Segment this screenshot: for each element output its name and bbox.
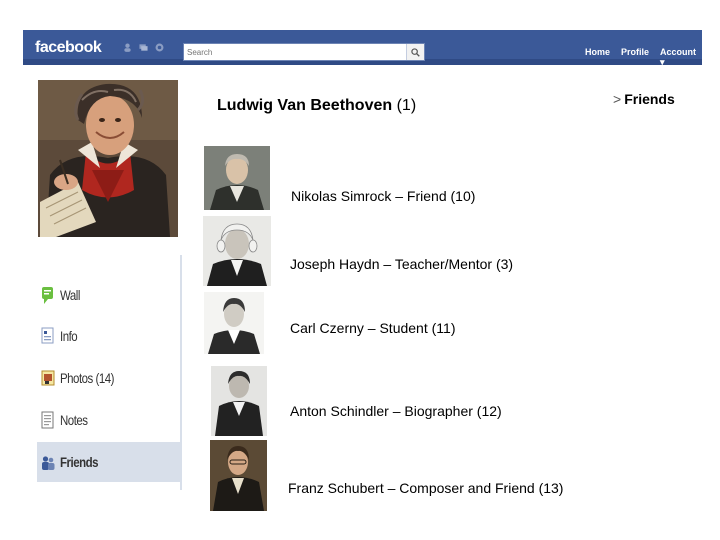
sidebar-item-label: Friends [60, 454, 99, 470]
sidebar-item-label: Notes [60, 412, 88, 428]
friend-item-czerny[interactable]: Carl Czerny – Student (11) [290, 320, 455, 336]
friend-photo-czerny[interactable] [204, 292, 264, 354]
nav-account-menu[interactable]: Account ▾ [660, 47, 702, 68]
sidebar-item-label: Photos (14) [60, 370, 114, 386]
friend-item-schubert[interactable]: Franz Schubert – Composer and Friend (13… [288, 480, 563, 496]
friend-photo-simrock[interactable] [204, 146, 270, 210]
search-box [183, 43, 425, 61]
search-icon [411, 47, 420, 57]
friend-item-simrock[interactable]: Nikolas Simrock – Friend (10) [291, 188, 475, 204]
profile-name: Ludwig Van Beethoven [217, 97, 393, 114]
friend-portrait [211, 366, 267, 436]
beethoven-portrait [38, 80, 178, 237]
profile-picture[interactable] [38, 80, 178, 237]
sidebar-item-label: Wall [60, 287, 80, 303]
top-bar: facebook Home Profile Account ▾ [23, 30, 702, 68]
messages-icon[interactable] [139, 43, 148, 52]
friend-photo-schindler[interactable] [211, 366, 267, 436]
friend-photo-haydn[interactable] [203, 216, 271, 286]
friend-requests-icon[interactable] [123, 43, 132, 52]
friend-item-schindler[interactable]: Anton Schindler – Biographer (12) [290, 403, 502, 419]
friend-item-haydn[interactable]: Joseph Haydn – Teacher/Mentor (3) [290, 256, 513, 272]
notes-icon [41, 411, 54, 429]
nav-home-link[interactable]: Home [585, 47, 610, 57]
wall-icon [42, 287, 53, 304]
friend-photo-schubert[interactable] [210, 440, 267, 511]
friend-portrait [204, 146, 270, 210]
section-title-label: Friends [624, 91, 675, 107]
friends-icon [42, 456, 55, 470]
sidebar-item-label: Info [60, 328, 78, 344]
sidebar-item-photos[interactable]: Photos (14) [37, 358, 180, 398]
page-title: Ludwig Van Beethoven (1) [217, 97, 416, 115]
nav-profile-link[interactable]: Profile [621, 47, 649, 57]
friend-portrait [203, 216, 271, 286]
friend-portrait [210, 440, 267, 511]
sidebar-item-wall[interactable]: Wall [37, 275, 180, 315]
search-button[interactable] [406, 44, 424, 60]
sidebar-item-notes[interactable]: Notes [37, 400, 180, 440]
section-title: > Friends [613, 91, 675, 107]
info-icon [41, 327, 54, 344]
sidebar-item-friends[interactable]: Friends [37, 442, 180, 482]
notifications-icon[interactable] [155, 43, 164, 52]
photos-icon [41, 370, 55, 386]
friend-portrait [204, 292, 264, 354]
sidebar-item-info[interactable]: Info [37, 316, 180, 356]
profile-count: (1) [396, 97, 417, 114]
search-input[interactable] [184, 44, 406, 60]
breadcrumb-arrow: > [613, 91, 622, 107]
facebook-logo[interactable]: facebook [35, 39, 102, 57]
